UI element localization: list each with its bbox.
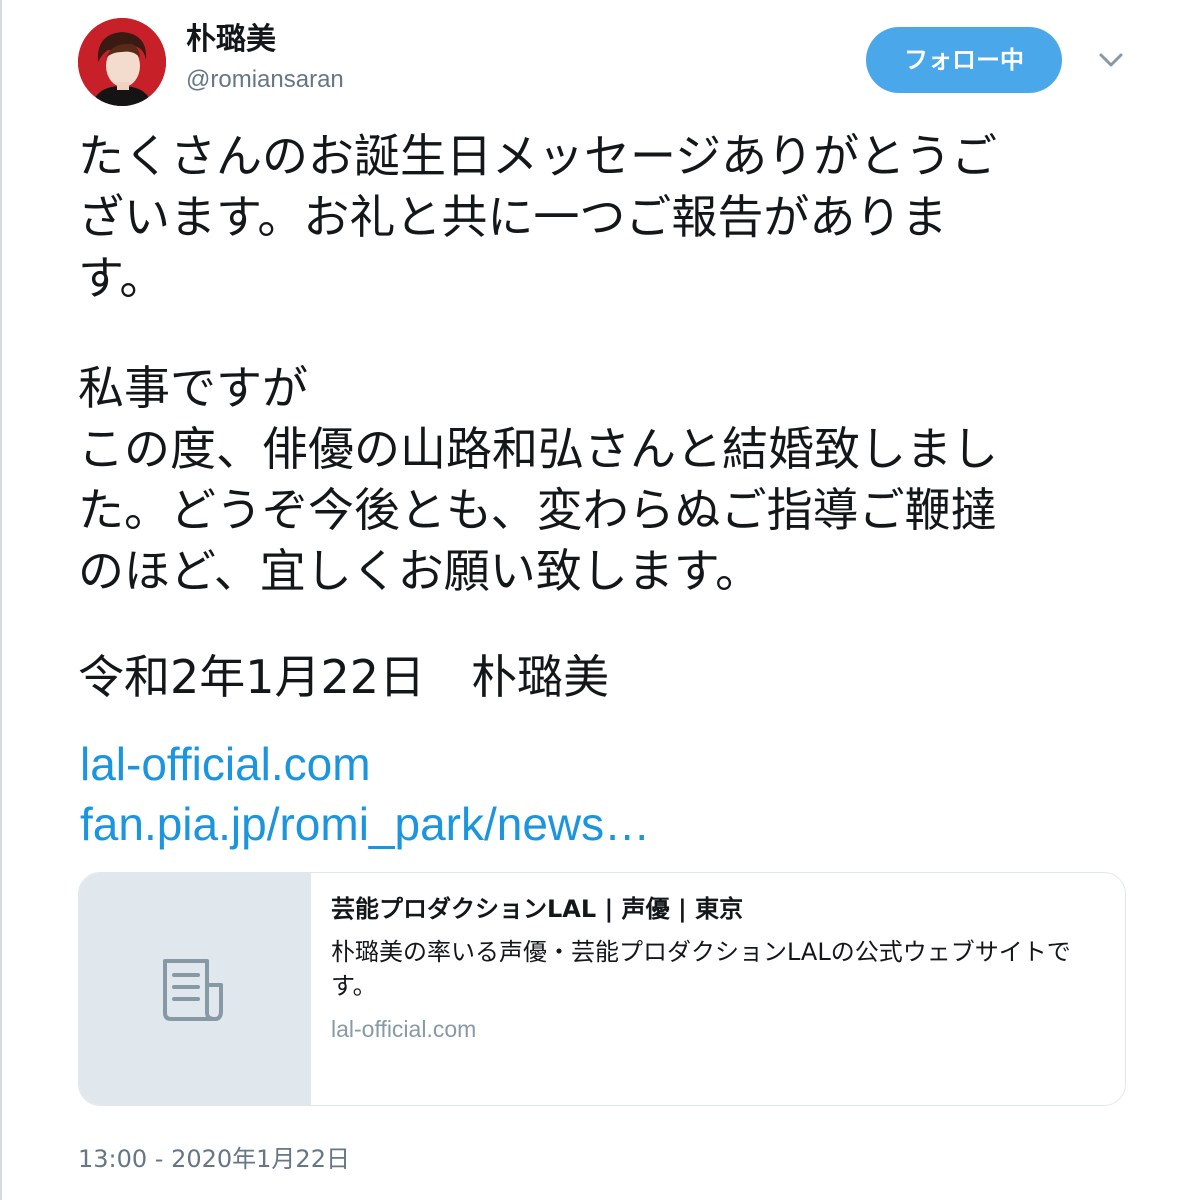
tweet-view: 朴璐美 @romiansaran フォロー中 たくさんのお誕生日メッセージありが… xyxy=(0,0,1200,1200)
avatar[interactable] xyxy=(78,18,166,106)
card-title: 芸能プロダクションLAL | 声優 | 東京 xyxy=(331,895,744,923)
avatar-photo xyxy=(78,18,166,106)
link-preview-card[interactable]: 芸能プロダクションLAL | 声優 | 東京 朴璐美の率いる声優・芸能プロダクシ… xyxy=(78,872,1126,1106)
user-handle[interactable]: @romiansaran xyxy=(186,64,344,96)
more-options-button[interactable] xyxy=(1094,44,1128,76)
tweet-line: たくさんのお誕生日メッセージありがとうご xyxy=(78,129,998,183)
following-button[interactable]: フォロー中 xyxy=(866,27,1062,93)
tweet-link-fan-pia[interactable]: fan.pia.jp/romi_park/news… xyxy=(80,794,650,854)
tweet-line: 私事ですが xyxy=(78,361,308,415)
tweet-text: たくさんのお誕生日メッセージありがとうご ざいます。お礼と共に一つご報告がありま… xyxy=(78,126,1128,708)
card-domain: lal-official.com xyxy=(331,1016,477,1042)
tweet-line: ざいます。お礼と共に一つご報告がありま xyxy=(78,190,948,244)
card-description: 朴璐美の率いる声優・芸能プロダクションLALの公式ウェブサイトです。 xyxy=(331,938,1071,1000)
tweet-timestamp[interactable]: 13:00 - 2020年1月22日 xyxy=(78,1142,350,1176)
chevron-down-icon xyxy=(1099,53,1123,67)
tweet-line: た。どうぞ今後とも、変わらぬご指導ご鞭撻 xyxy=(78,483,997,537)
document-icon xyxy=(163,959,223,1021)
display-name[interactable]: 朴璐美 xyxy=(186,20,276,60)
card-thumbnail xyxy=(79,873,311,1105)
tweet-line: この度、俳優の山路和弘さんと結婚致しまし xyxy=(78,422,998,476)
tweet-line: のほど、宜しくお願い致します。 xyxy=(78,544,762,598)
tweet-link-lal-official[interactable]: lal-official.com xyxy=(80,734,371,794)
panel-divider xyxy=(0,0,2,1200)
tweet-line: 令和2年1月22日 朴璐美 xyxy=(78,650,610,704)
tweet-line: す。 xyxy=(78,251,166,305)
